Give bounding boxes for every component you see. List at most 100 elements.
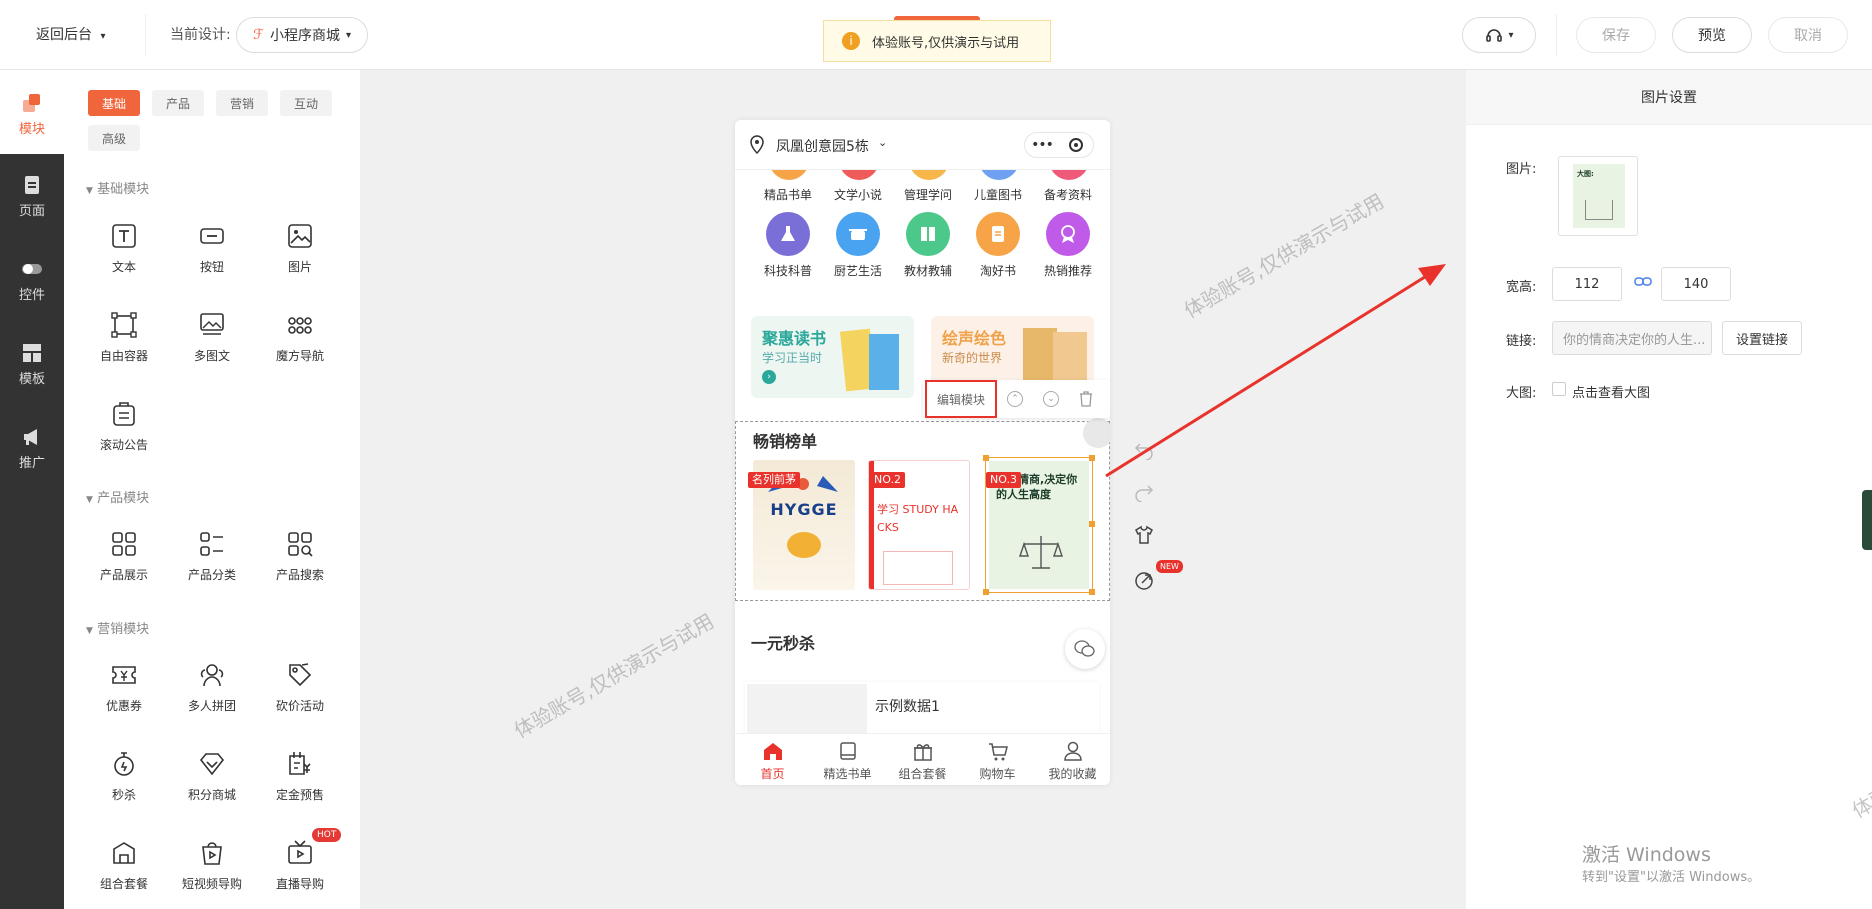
tab-label: 组合套餐 [898, 767, 947, 781]
banner-reading[interactable]: 聚惠读书 学习正当时 › [751, 316, 914, 398]
tab-home[interactable]: 首页 [735, 734, 810, 785]
big-image-label: 大图: [1506, 386, 1537, 401]
capsule-menu[interactable]: ••• [1024, 132, 1094, 158]
width-input[interactable]: 112 [1552, 267, 1622, 301]
module-image[interactable]: 图片 [260, 218, 340, 288]
theme-shirt-icon[interactable] [1134, 525, 1154, 549]
diamond-icon [199, 753, 225, 776]
set-link-button[interactable]: 设置链接 [1722, 321, 1802, 355]
module-coupon[interactable]: 优惠券 [84, 657, 164, 727]
rail-item-pages[interactable]: 页面 [0, 164, 64, 228]
module-text[interactable]: 文本 [84, 218, 164, 288]
book-cover-title: HYGGE [770, 500, 838, 519]
medal-icon [1046, 212, 1090, 256]
phone-preview: 凤凰创意园5栋 ⌄ ••• 精品书单 文学小说 管理学问 儿童图书 备考资料 科… [735, 120, 1110, 785]
back-to-admin-button[interactable]: 返回后台 ▾ [36, 24, 105, 44]
rail-item-controls[interactable]: 控件 [0, 248, 64, 312]
module-points-mall[interactable]: 积分商城 [172, 746, 252, 816]
module-notice[interactable]: 滚动公告 [84, 396, 164, 466]
module-label: 产品展示 [99, 568, 148, 582]
section-basic-title[interactable]: ▼ 基础模块 [86, 178, 149, 197]
module-multi-image-text[interactable]: 多图文 [172, 307, 252, 377]
tab-product[interactable]: 产品 [152, 90, 205, 116]
category-item[interactable]: 儿童图书 [963, 186, 1033, 203]
tab-advanced[interactable]: 高级 [88, 125, 141, 151]
cancel-button[interactable]: 取消 [1768, 17, 1848, 53]
module-combo[interactable]: 组合套餐 [84, 835, 164, 905]
section-product-title[interactable]: ▼ 产品模块 [86, 487, 149, 506]
design-selector[interactable]: ℱ 小程序商城 ▾ [236, 17, 368, 53]
headset-icon [1486, 29, 1503, 42]
seckill-item[interactable]: 示例数据1 [745, 682, 1099, 737]
module-product-category[interactable]: 产品分类 [172, 526, 252, 596]
save-button[interactable]: 保存 [1576, 17, 1656, 53]
tab-label: 我的收藏 [1048, 767, 1097, 781]
tab-combo[interactable]: 组合套餐 [885, 734, 960, 785]
module-deposit-presale[interactable]: 定金预售 [260, 746, 340, 816]
view-big-image-checkbox[interactable] [1552, 382, 1566, 396]
module-free-container[interactable]: 自由容器 [84, 307, 164, 377]
move-up-icon[interactable]: ⌃ [1007, 391, 1023, 407]
tab-cart[interactable]: 购物车 [960, 734, 1035, 785]
location-text[interactable]: 凤凰创意园5栋 [776, 136, 869, 156]
scale-art [1016, 532, 1066, 572]
category-label: 淘好书 [979, 264, 1016, 278]
rail-item-templates[interactable]: 模板 [0, 332, 64, 396]
module-group-buy[interactable]: 多人拼团 [172, 657, 252, 727]
side-scroll-handle[interactable] [1862, 490, 1872, 550]
category-item[interactable]: 备考资料 [1033, 186, 1103, 203]
link-input[interactable]: 你的情商决定你的人生... [1552, 321, 1712, 355]
tab-basic[interactable]: 基础 [88, 90, 141, 116]
new-badge: NEW [1156, 560, 1183, 573]
rail-item-promotion[interactable]: 推广 [0, 416, 64, 480]
module-cube-nav[interactable]: 魔方导航 [260, 307, 340, 377]
category-good-books[interactable]: 淘好书 [963, 212, 1033, 279]
hot-badge: HOT [312, 828, 342, 842]
module-bargain[interactable]: 砍价活动 [260, 657, 340, 727]
preview-button[interactable]: 预览 [1672, 17, 1752, 53]
category-item[interactable]: 管理学问 [893, 186, 963, 203]
image-thumbnail[interactable]: 大图: [1558, 156, 1638, 236]
trash-icon[interactable] [1079, 391, 1093, 407]
rail-item-label: 控件 [18, 287, 45, 303]
close-circle-icon [1059, 136, 1093, 154]
module-product-search[interactable]: 产品搜索 [260, 526, 340, 596]
height-input[interactable]: 140 [1661, 267, 1731, 301]
module-live-shopping[interactable]: 直播导购 [260, 835, 340, 905]
edit-module-button[interactable]: 编辑模块 [925, 380, 997, 418]
tab-booklist[interactable]: 精选书单 [810, 734, 885, 785]
category-item[interactable]: 文学小说 [823, 186, 893, 203]
category-tech[interactable]: 科技科普 [753, 212, 823, 279]
phone-header: 凤凰创意园5栋 ⌄ ••• [735, 120, 1110, 170]
multi-image-icon [200, 313, 224, 335]
tab-marketing[interactable]: 营销 [216, 90, 269, 116]
rail-item-modules[interactable]: 模块 [0, 82, 64, 146]
dots-grid-icon [288, 317, 312, 334]
activation-title: 激活 Windows [1582, 844, 1711, 866]
module-product-display[interactable]: 产品展示 [84, 526, 164, 596]
chevron-down-icon: ▾ [1508, 29, 1514, 41]
module-seckill[interactable]: 秒杀 [84, 746, 164, 816]
category-cooking[interactable]: 厨艺生活 [823, 212, 893, 279]
support-button[interactable]: ▾ [1462, 17, 1536, 53]
arrow-right-icon: › [762, 370, 776, 384]
tab-favorites[interactable]: 我的收藏 [1035, 734, 1110, 785]
module-short-video[interactable]: 短视频导购 [172, 835, 252, 905]
move-down-icon[interactable]: ⌄ [1043, 391, 1059, 407]
category-item[interactable]: 精品书单 [753, 186, 823, 203]
module-panel: 基础 产品 营销 互动 高级 ▼ 基础模块 文本 按钮 图片 自由容器 多图文 … [64, 70, 360, 909]
category-textbook[interactable]: 教材教辅 [893, 212, 963, 279]
category-hot[interactable]: 热销推荐 [1033, 212, 1103, 279]
module-button[interactable]: 按钮 [172, 218, 252, 288]
demo-notice: i 体验账号,仅供演示与试用 [823, 20, 1051, 62]
tab-interaction[interactable]: 互动 [280, 90, 333, 116]
scale-art [1585, 200, 1613, 220]
section-marketing-title[interactable]: ▼ 营销模块 [86, 618, 149, 637]
wechat-service-button[interactable] [1065, 629, 1105, 669]
link-ratio-icon[interactable] [1634, 275, 1652, 293]
rank-badge: NO.3 [986, 472, 1021, 488]
share-icon[interactable] [1134, 571, 1154, 595]
category-label: 厨艺生活 [833, 264, 882, 278]
category-label: 热销推荐 [1043, 264, 1092, 278]
module-label: 文本 [111, 260, 136, 274]
